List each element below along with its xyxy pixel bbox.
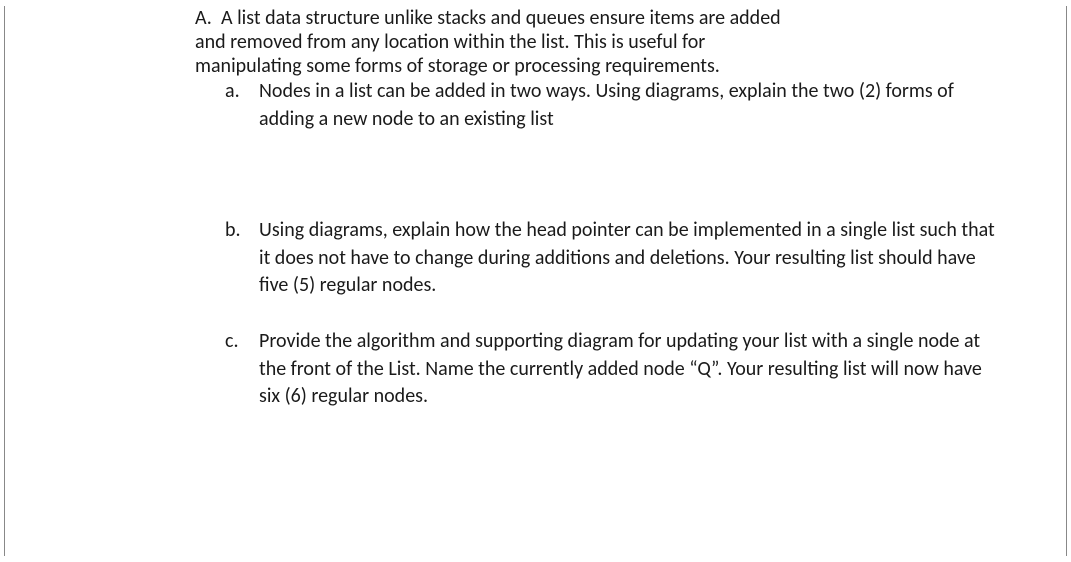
spacing [25, 300, 1006, 328]
intro-text-2: and removed from any location within the… [25, 30, 1006, 54]
subitem-text: Provide the algorithm and supporting dia… [259, 328, 1006, 411]
question-marker: A. [195, 6, 221, 30]
intro-text-3: manipulating some forms of storage or pr… [25, 54, 1006, 78]
subitem-b: b. Using diagrams, explain how the head … [25, 217, 1006, 300]
intro-text-1: A list data structure unlike stacks and … [221, 6, 781, 30]
spacing [25, 133, 1006, 217]
question-intro-line-1: A. A list data structure unlike stacks a… [25, 6, 1006, 30]
subitem-text: Using diagrams, explain how the head poi… [259, 217, 1006, 300]
subitem-marker: b. [225, 217, 259, 245]
subitem-marker: c. [225, 328, 259, 356]
document-page: A. A list data structure unlike stacks a… [4, 6, 1067, 556]
subitem-a: a. Nodes in a list can be added in two w… [25, 78, 1006, 133]
subitem-c: c. Provide the algorithm and supporting … [25, 328, 1006, 411]
subitem-marker: a. [225, 78, 259, 106]
subitem-text: Nodes in a list can be added in two ways… [259, 78, 1006, 133]
